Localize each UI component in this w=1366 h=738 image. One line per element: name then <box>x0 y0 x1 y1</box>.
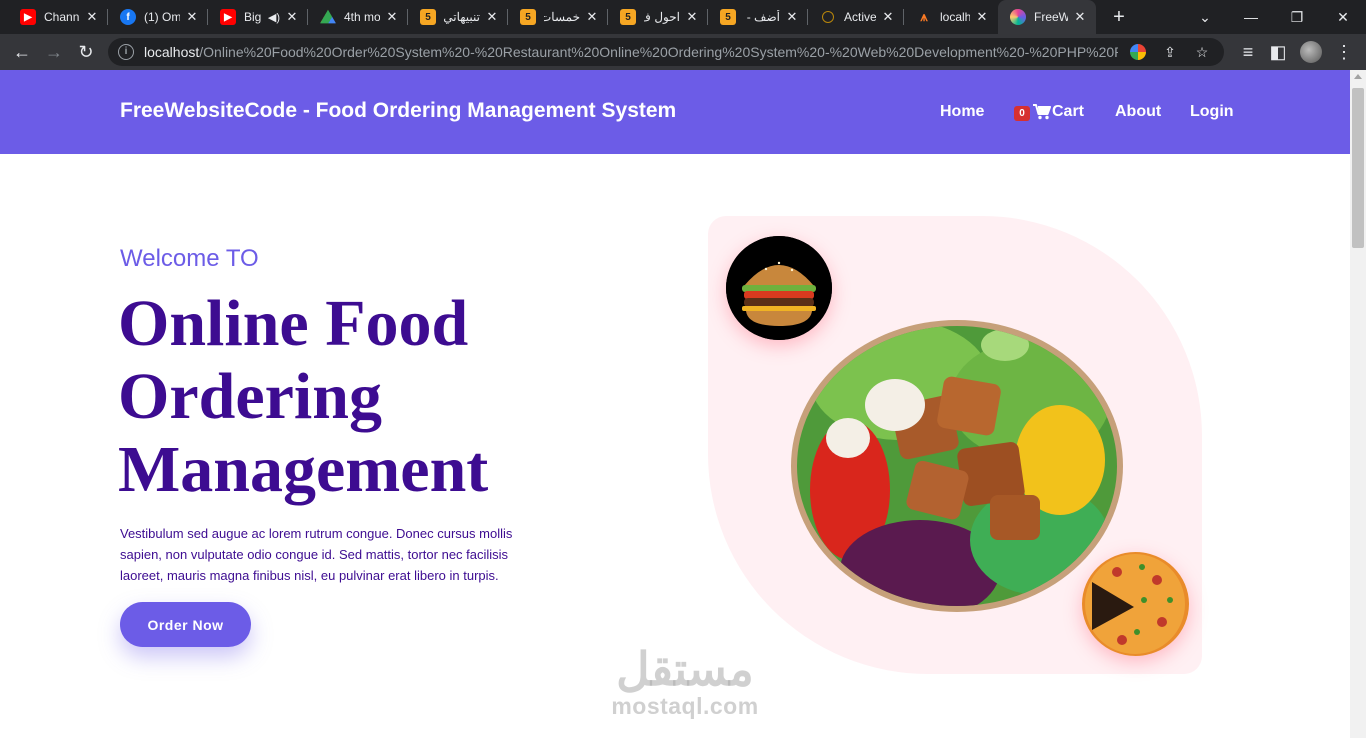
drive-icon <box>320 9 336 24</box>
watermark-logo: مستقل <box>616 643 754 695</box>
tab-title: (1) Om <box>144 10 180 24</box>
tab-title: localho <box>940 10 970 24</box>
browser-tab[interactable]: 5 أضف - ✕ <box>708 0 808 34</box>
tab-title: خمسات <box>544 10 580 24</box>
new-tab-button[interactable]: + <box>1107 5 1131 29</box>
nav-cart-link[interactable]: Cart <box>1052 103 1084 121</box>
hero-description: Vestibulum sed augue ac lorem rutrum con… <box>120 526 513 583</box>
share-icon[interactable]: ⇪ <box>1158 40 1182 64</box>
site-header: FreeWebsiteCode - Food Ordering Manageme… <box>0 70 1350 154</box>
close-icon[interactable]: ✕ <box>684 9 700 25</box>
nav-home-link[interactable]: Home <box>940 103 984 121</box>
tab-title: FreeW <box>1034 10 1068 24</box>
restore-button[interactable]: ❐ <box>1274 0 1320 34</box>
salad-bowl-image <box>791 320 1123 612</box>
forward-button[interactable]: → <box>40 38 68 66</box>
url-path: /Online%20Food%20Order%20System%20-%20Re… <box>199 44 1118 60</box>
back-button[interactable]: ← <box>8 38 36 66</box>
speaker-icon[interactable]: ◀︎) <box>268 11 280 24</box>
reload-button[interactable]: ↻ <box>72 38 100 66</box>
tab-title: أضف - <box>746 10 780 24</box>
browser-tab[interactable]: ▶ Chann ✕ <box>8 0 108 34</box>
side-panel-icon[interactable]: ◧ <box>1264 38 1292 66</box>
browser-tab[interactable]: ⩚ localho ✕ <box>904 0 998 34</box>
browser-tab[interactable]: 4th mo ✕ <box>308 0 408 34</box>
site-brand[interactable]: FreeWebsiteCode - Food Ordering Manageme… <box>120 99 676 123</box>
khamsat-icon: 5 <box>520 9 536 25</box>
page-scrollbar[interactable] <box>1350 70 1366 738</box>
browser-tab[interactable]: 5 تنبيهاتي ✕ <box>408 0 508 34</box>
browser-toolbar: ← → ↻ i localhost/Online%20Food%20Order%… <box>0 34 1366 70</box>
profile-avatar[interactable] <box>1300 41 1322 63</box>
pizza-thumbnail[interactable] <box>1082 552 1189 656</box>
hero-welcome: Welcome TO <box>120 245 259 272</box>
browser-tab[interactable]: ▶ Big ◀︎) ✕ <box>208 0 308 34</box>
tab-search-button[interactable]: ⌄ <box>1182 0 1228 34</box>
browser-tab-bar: ▶ Chann ✕ f (1) Om ✕ ▶ Big ◀︎) ✕ 4th mo … <box>0 0 1366 34</box>
media-control-icon[interactable]: ≡ <box>1234 38 1262 66</box>
close-icon[interactable]: ✕ <box>84 9 100 25</box>
cart-count-badge: 0 <box>1014 106 1030 121</box>
tab-title: 4th mo <box>344 10 380 24</box>
close-icon[interactable]: ✕ <box>974 9 990 25</box>
close-icon[interactable]: ✕ <box>384 9 400 25</box>
browser-tab-active[interactable]: FreeW ✕ <box>998 0 1096 34</box>
close-icon[interactable]: ✕ <box>880 9 896 25</box>
order-now-button[interactable]: Order Now <box>120 602 251 647</box>
pizza-image <box>1082 552 1189 656</box>
hero-title: Online Food Ordering Management <box>118 287 489 506</box>
address-bar[interactable]: i localhost/Online%20Food%20Order%20Syst… <box>108 38 1224 66</box>
minimize-button[interactable]: — <box>1228 0 1274 34</box>
youtube-icon: ▶ <box>20 9 36 25</box>
nav-about-link[interactable]: About <box>1115 103 1161 121</box>
close-icon[interactable]: ✕ <box>284 9 300 25</box>
cart-icon[interactable] <box>1033 104 1051 120</box>
close-icon[interactable]: ✕ <box>484 9 500 25</box>
facebook-icon: f <box>120 9 136 25</box>
xampp-icon: ⩚ <box>920 9 928 24</box>
browser-menu-icon[interactable]: ⋮ <box>1330 38 1358 66</box>
tab-title: Active <box>844 10 876 24</box>
tab-title: Chann <box>44 10 80 24</box>
khamsat-icon: 5 <box>720 9 736 25</box>
browser-tab[interactable]: f (1) Om ✕ <box>108 0 208 34</box>
close-icon[interactable]: ✕ <box>1072 9 1088 25</box>
khamsat-icon: 5 <box>620 9 636 25</box>
khamsat-icon: 5 <box>420 9 436 25</box>
browser-tab[interactable]: Active ✕ <box>808 0 904 34</box>
watermark-text: mostaql.com <box>611 693 759 719</box>
freewebsitecode-icon <box>1010 9 1026 25</box>
url-text[interactable]: localhost/Online%20Food%20Order%20System… <box>144 44 1118 60</box>
loading-icon <box>822 11 834 23</box>
tab-title: Big <box>244 10 262 24</box>
google-lens-icon[interactable] <box>1126 40 1150 64</box>
page-viewport: FreeWebsiteCode - Food Ordering Manageme… <box>0 70 1350 738</box>
burger-thumbnail[interactable] <box>726 236 832 340</box>
youtube-icon: ▶ <box>220 9 236 25</box>
tab-title: احول ف <box>644 10 680 24</box>
burger-image <box>726 236 832 340</box>
scroll-up-arrow-icon[interactable] <box>1354 74 1362 79</box>
scrollbar-thumb[interactable] <box>1352 88 1364 248</box>
close-icon[interactable]: ✕ <box>584 9 600 25</box>
tab-title: تنبيهاتي <box>444 10 480 24</box>
mostaql-watermark: مستقل mostaql.com <box>600 645 770 720</box>
browser-tab[interactable]: 5 احول ف ✕ <box>608 0 708 34</box>
bookmark-star-icon[interactable]: ☆ <box>1190 40 1214 64</box>
close-icon[interactable]: ✕ <box>784 9 800 25</box>
browser-tab[interactable]: 5 خمسات ✕ <box>508 0 608 34</box>
site-info-icon[interactable]: i <box>118 44 134 60</box>
close-icon[interactable]: ✕ <box>184 9 200 25</box>
nav-login-link[interactable]: Login <box>1190 103 1234 121</box>
window-close-button[interactable]: ✕ <box>1320 0 1366 34</box>
url-host: localhost <box>144 44 200 60</box>
